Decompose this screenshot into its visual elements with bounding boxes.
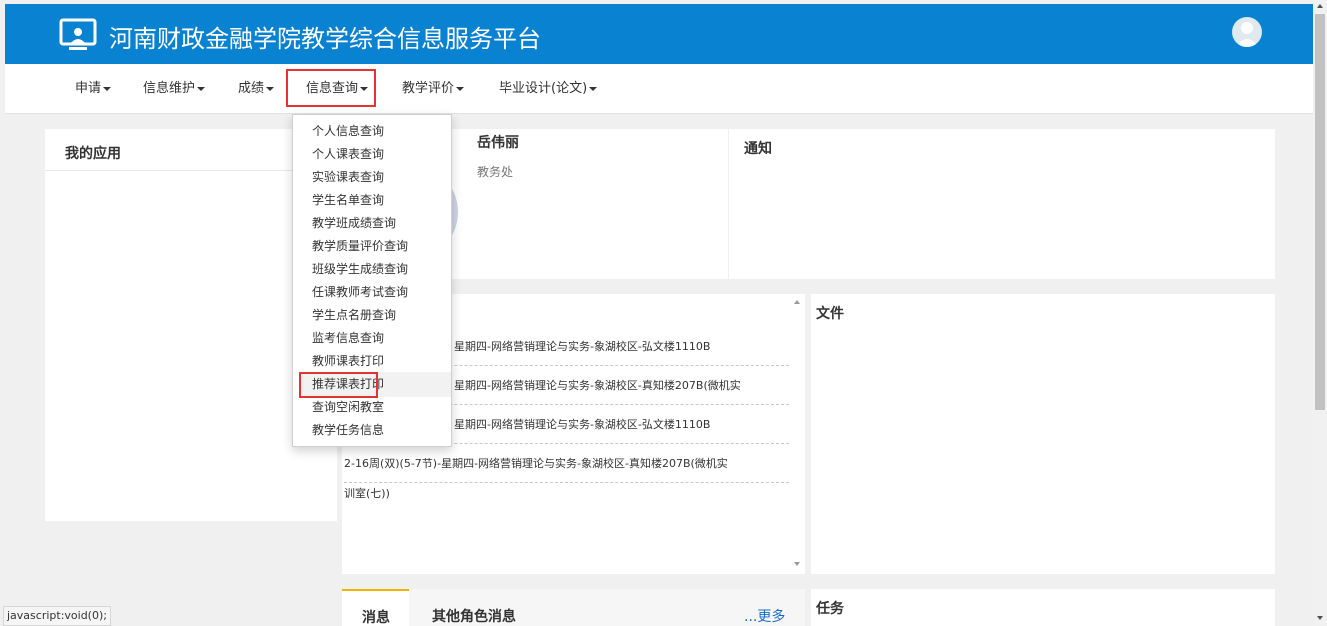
menu-item-personal-info[interactable]: 个人信息查询 — [312, 121, 384, 141]
user-avatar[interactable] — [1232, 17, 1262, 47]
top-header: 河南财政金融学院教学综合信息服务平台 — [5, 4, 1313, 64]
caret-down-icon — [103, 86, 112, 91]
menu-item-teacher-timetable-print[interactable]: 教师课表打印 — [312, 351, 384, 371]
nav-info-maintain-label: 信息维护 — [143, 81, 196, 96]
menu-item-class-grades[interactable]: 教学班成绩查询 — [312, 213, 396, 233]
menu-item-personal-timetable[interactable]: 个人课表查询 — [312, 144, 384, 164]
status-bar: javascript:void(0); — [3, 606, 111, 626]
nav-info-query[interactable]: 信息查询 — [286, 69, 377, 107]
tab-messages-label: 消息 — [362, 610, 390, 626]
menu-item-roll-call[interactable]: 学生点名册查询 — [312, 305, 396, 325]
tasks-title: 任务 — [816, 601, 844, 617]
caret-down-icon — [266, 86, 275, 91]
nav-apply-label: 申请 — [75, 81, 102, 96]
my-apps-title: 我的应用 — [65, 146, 121, 162]
schedule-scrollbar[interactable] — [789, 294, 805, 574]
monitor-logo-icon — [59, 18, 97, 50]
menu-item-quality-eval[interactable]: 教学质量评价查询 — [312, 236, 408, 256]
nav-apply[interactable]: 申请 — [75, 64, 112, 114]
files-title: 文件 — [816, 306, 844, 322]
main-navbar: 申请 信息维护 成绩 信息查询 教学评价 毕业设计(论文) — [5, 64, 1313, 114]
menu-item-teacher-exams[interactable]: 任课教师考试查询 — [312, 282, 408, 302]
caret-down-icon — [456, 86, 465, 91]
nav-grades-label: 成绩 — [238, 81, 265, 96]
highlight-box — [299, 372, 378, 398]
page-scrollbar[interactable] — [1313, 0, 1327, 626]
nav-teaching-eval-label: 教学评价 — [402, 81, 455, 96]
profile-dept: 教务处 — [477, 165, 514, 179]
menu-item-free-classroom[interactable]: 查询空闲教室 — [312, 397, 384, 417]
nav-info-maintain[interactable]: 信息维护 — [143, 64, 206, 114]
scroll-arrows-icon — [1317, 4, 1323, 620]
caret-down-icon — [589, 86, 598, 91]
menu-item-student-grades[interactable]: 班级学生成绩查询 — [312, 259, 408, 279]
notice-title: 通知 — [744, 141, 772, 157]
tab-other-role-messages[interactable]: 其他角色消息 — [432, 606, 516, 626]
messages-panel: 消息 其他角色消息 ...更多 — [342, 589, 805, 626]
tasks-panel: 任务 — [811, 589, 1275, 626]
site-title: 河南财政金融学院教学综合信息服务平台 — [109, 25, 541, 53]
course-text: 训室(七)) — [344, 487, 390, 500]
menu-item-invigilation[interactable]: 监考信息查询 — [312, 328, 384, 348]
files-panel: 文件 — [811, 294, 1275, 574]
menu-item-student-list[interactable]: 学生名单查询 — [312, 190, 384, 210]
menu-item-teaching-tasks[interactable]: 教学任务信息 — [312, 420, 384, 440]
caret-down-icon — [360, 86, 369, 91]
menu-item-lab-timetable[interactable]: 实验课表查询 — [312, 167, 384, 187]
list-item[interactable]: 训室(七)) — [344, 474, 789, 513]
nav-grades[interactable]: 成绩 — [238, 64, 275, 114]
scroll-arrows-icon — [794, 300, 800, 566]
nav-info-query-label: 信息查询 — [306, 81, 359, 96]
info-query-dropdown: 个人信息查询 个人课表查询 实验课表查询 学生名单查询 教学班成绩查询 教学质量… — [292, 114, 452, 447]
nav-teaching-eval[interactable]: 教学评价 — [402, 64, 465, 114]
profile-name: 岳伟丽 — [477, 135, 519, 151]
caret-down-icon — [197, 86, 206, 91]
tab-messages[interactable]: 消息 — [342, 589, 409, 626]
more-link[interactable]: ...更多 — [744, 606, 785, 626]
notice-panel: 通知 — [729, 129, 1275, 279]
user-icon — [1236, 22, 1258, 47]
nav-thesis-label: 毕业设计(论文) — [499, 81, 588, 96]
nav-thesis[interactable]: 毕业设计(论文) — [499, 64, 598, 114]
